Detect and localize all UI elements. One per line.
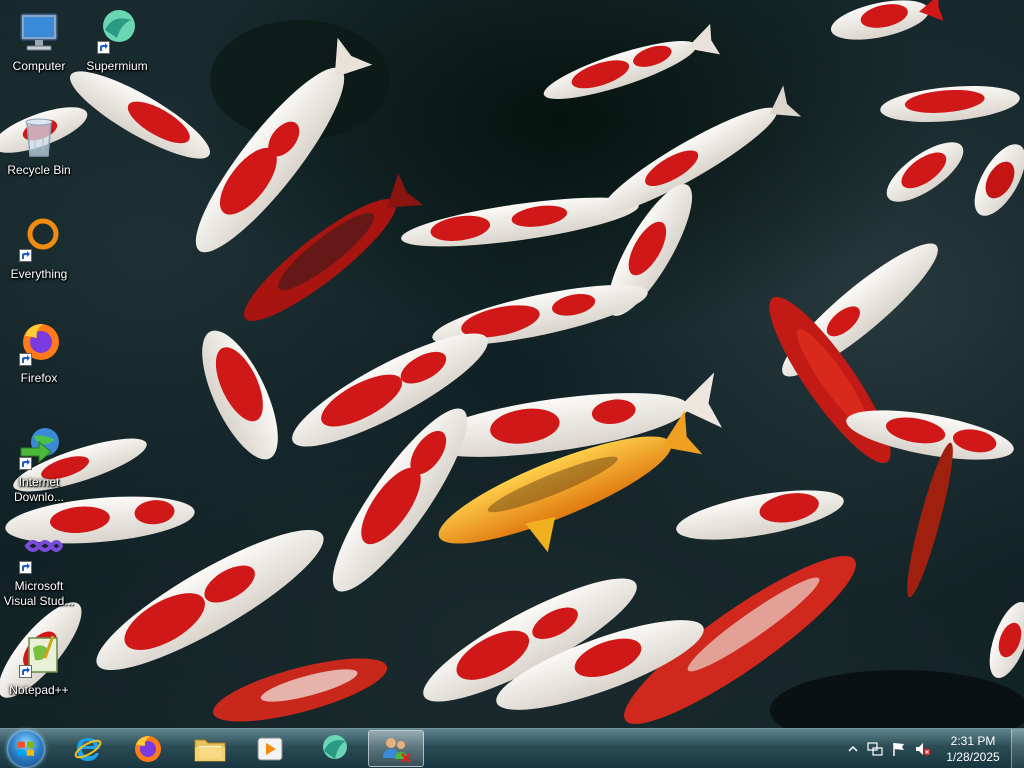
network-icon[interactable] — [867, 741, 883, 757]
shortcut-arrow-icon — [19, 353, 32, 366]
taskbar-clock[interactable]: 2:31 PM 1/28/2025 — [938, 733, 1008, 765]
desktop-icon-everything[interactable]: Everything — [1, 210, 77, 306]
desktop-icon-recycle-bin[interactable]: Recycle Bin — [1, 106, 77, 202]
koi-pond-illustration — [0, 0, 1024, 728]
taskbar-internet-explorer[interactable] — [60, 730, 116, 767]
everything-icon — [15, 216, 63, 264]
visual-studio-icon — [15, 528, 63, 576]
desktop-icon-computer[interactable]: Computer — [1, 2, 77, 98]
desktop-icon-label: Supermium — [86, 59, 148, 73]
shortcut-arrow-icon — [19, 665, 32, 678]
start-button[interactable] — [7, 730, 45, 768]
desktop-icon-internet-download-manager[interactable]: Internet Downlo... — [1, 418, 77, 514]
recycle-bin-icon — [15, 112, 63, 160]
firefox-icon — [15, 320, 63, 368]
desktop-icon-label: Internet Downlo... — [13, 475, 65, 504]
folder-icon — [194, 739, 226, 761]
internet-explorer-icon — [74, 737, 102, 761]
desktop-icon-firefox[interactable]: Firefox — [1, 314, 77, 410]
desktop-icon-label: Computer — [12, 59, 66, 73]
volume-muted-icon[interactable] — [915, 741, 931, 757]
taskbar-windows-explorer[interactable] — [182, 730, 238, 767]
network-users-icon — [383, 737, 411, 763]
show-hidden-icons-chevron[interactable] — [845, 741, 861, 757]
taskbar-media-player[interactable] — [242, 730, 298, 767]
desktop-icon-label: Notepad++ — [9, 683, 69, 697]
desktop-icon-label: Microsoft Visual Stud... — [3, 579, 75, 608]
shortcut-arrow-icon — [19, 457, 32, 470]
media-player-icon — [257, 737, 283, 760]
taskbar: 2:31 PM 1/28/2025 — [0, 728, 1024, 768]
taskbar-firefox[interactable] — [120, 730, 176, 767]
firefox-icon — [135, 735, 161, 762]
shortcut-arrow-icon — [97, 41, 110, 54]
windows-logo-icon — [18, 741, 34, 756]
show-desktop-button[interactable] — [1011, 729, 1024, 768]
supermium-icon — [93, 8, 141, 56]
desktop-icon-visual-studio[interactable]: Microsoft Visual Stud... — [1, 522, 77, 618]
taskbar-supermium[interactable] — [306, 730, 362, 767]
clock-time: 2:31 PM — [950, 734, 996, 748]
desktop-icon-supermium[interactable]: Supermium — [79, 2, 155, 98]
desktop-wallpaper — [0, 0, 1024, 728]
desktop-icon-label: Recycle Bin — [7, 163, 71, 177]
computer-icon — [15, 8, 63, 56]
taskbar-network-app[interactable] — [368, 730, 424, 767]
shortcut-arrow-icon — [19, 249, 32, 262]
shortcut-arrow-icon — [19, 561, 32, 574]
desktop-icon-label: Firefox — [20, 371, 58, 385]
action-center-flag-icon[interactable] — [891, 741, 907, 757]
notepad-plus-plus-icon — [15, 632, 63, 680]
internet-download-manager-icon — [15, 424, 63, 472]
supermium-icon — [323, 734, 347, 759]
clock-date: 1/28/2025 — [946, 750, 1000, 764]
desktop-icon-label: Everything — [10, 267, 68, 281]
desktop-icon-notepad-plus-plus[interactable]: Notepad++ — [1, 626, 77, 722]
